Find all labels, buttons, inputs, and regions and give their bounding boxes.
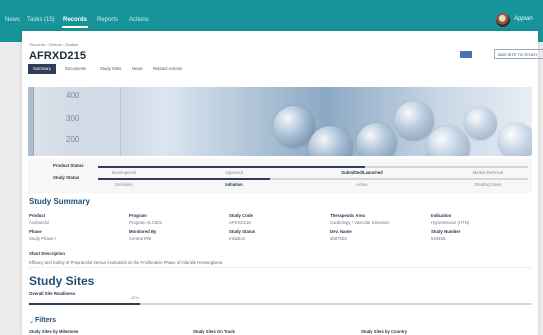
summary-value-dev-name: ab87003 xyxy=(330,236,347,241)
record-card: Records › Clinical › Studies AFRXD215 AD… xyxy=(22,31,543,335)
scale-label: 300 xyxy=(66,114,80,123)
chart-sites-on-track: Study Sites On Track xyxy=(193,329,235,334)
product-status-progress xyxy=(98,166,365,168)
study-hero-image: 400 300 200 xyxy=(28,87,532,156)
study-status-track xyxy=(98,178,528,180)
tab-study-sites[interactable]: Study Sites xyxy=(100,64,121,74)
brand-logo: Appian xyxy=(514,16,533,22)
summary-label-monitored-by: Monitored By xyxy=(129,229,157,234)
summary-value-program: Program ALC501 xyxy=(129,220,162,225)
lab-dish-image xyxy=(308,126,353,156)
study-stage-initiation: Initiation xyxy=(225,182,243,187)
breadcrumb: Records › Clinical › Studies xyxy=(30,42,79,47)
summary-value-product: Acebutolol xyxy=(29,220,50,225)
summary-value-phase: Study Phase I xyxy=(29,236,56,241)
site-readiness-progress xyxy=(29,303,140,305)
lab-dish-image xyxy=(426,126,470,156)
avatar[interactable] xyxy=(496,13,510,27)
section-divider xyxy=(28,267,532,268)
site-readiness-track xyxy=(29,303,532,305)
filters-heading[interactable]: Filters xyxy=(35,317,56,324)
summary-value-study-number: 543456 xyxy=(431,236,446,241)
nav-reports[interactable]: Reports xyxy=(97,17,118,23)
product-stage-approved: Approved xyxy=(225,170,243,175)
study-stage-shutting-down: Shutting Down xyxy=(474,182,502,187)
product-status-track xyxy=(98,166,528,168)
summary-label-indication: Indication xyxy=(431,213,452,218)
tab-news[interactable]: News xyxy=(132,64,142,74)
lab-dish-image xyxy=(464,107,497,140)
filters-chevron-icon[interactable]: ⌄ xyxy=(29,318,34,325)
nav-news[interactable]: News xyxy=(5,17,20,23)
summary-label-product: Product xyxy=(29,213,46,218)
study-summary-heading: Study Summary xyxy=(29,197,90,206)
add-site-button[interactable]: ADD SITE TO STUDY xyxy=(494,49,543,59)
lab-dish-image xyxy=(356,123,397,156)
nav-tasks[interactable]: Tasks (15) xyxy=(27,17,55,23)
summary-value-therapeutic-area: Cardiology / Vascular Diseases xyxy=(330,220,390,225)
chart-sites-by-milestone: Study Sites by Milestone xyxy=(29,329,79,334)
short-description-label: Short Description xyxy=(29,251,66,256)
summary-label-dev-name: Dev. Name xyxy=(330,229,352,234)
product-status-label: Product Status xyxy=(53,163,84,168)
nav-records[interactable]: Records xyxy=(61,17,89,28)
summary-label-study-status: Study Status xyxy=(229,229,256,234)
study-sites-heading: Study Sites xyxy=(29,274,95,288)
tab-documents[interactable]: Documents xyxy=(65,64,86,74)
tab-summary[interactable]: Summary xyxy=(28,64,56,74)
lab-dish-image xyxy=(394,101,434,141)
scale-label: 400 xyxy=(66,91,80,100)
tab-related-actions[interactable]: Related Actions xyxy=(153,64,182,74)
add-site-label: ADD SITE TO STUDY xyxy=(498,52,538,57)
status-progress: Product Status Development Approved Subm… xyxy=(28,159,532,193)
page-title: AFRXD215 xyxy=(29,50,87,62)
summary-label-therapeutic-area: Therapeutic Area xyxy=(330,213,365,218)
summary-label-study-code: Study Code xyxy=(229,213,253,218)
study-stage-definition: Definition xyxy=(115,182,133,187)
overall-site-readiness-label: Overall Site Readiness xyxy=(29,291,76,296)
summary-value-study-status: Initiation xyxy=(229,236,246,241)
site-readiness-percent: 22% xyxy=(131,296,139,300)
scale-label: 200 xyxy=(66,135,80,144)
summary-label-phase: Phase xyxy=(29,229,42,234)
short-description-text: Efficacy and Safety of Propranolol Versu… xyxy=(29,260,223,265)
lab-dish-image xyxy=(498,123,532,156)
summary-label-study-number: Study Number xyxy=(431,229,461,234)
summary-value-indication: Hypertension (HTN) xyxy=(431,220,470,225)
summary-value-study-code: AFRXD215 xyxy=(229,220,251,225)
summary-value-monitored-by: Central IRB xyxy=(129,236,152,241)
product-stage-submitted-launched: Submitted/Launched xyxy=(341,170,383,175)
product-stage-market-removal: Market Removal xyxy=(472,170,504,175)
study-stage-active: Active xyxy=(356,182,368,187)
site-icon xyxy=(460,51,472,58)
chart-sites-by-country: Study Sites by Country xyxy=(361,329,408,334)
nav-actions[interactable]: Actions xyxy=(129,17,149,23)
study-status-label: Study Status xyxy=(53,175,80,180)
study-status-progress xyxy=(98,178,270,180)
product-stage-development: Development xyxy=(111,170,137,175)
summary-label-program: Program xyxy=(129,213,147,218)
